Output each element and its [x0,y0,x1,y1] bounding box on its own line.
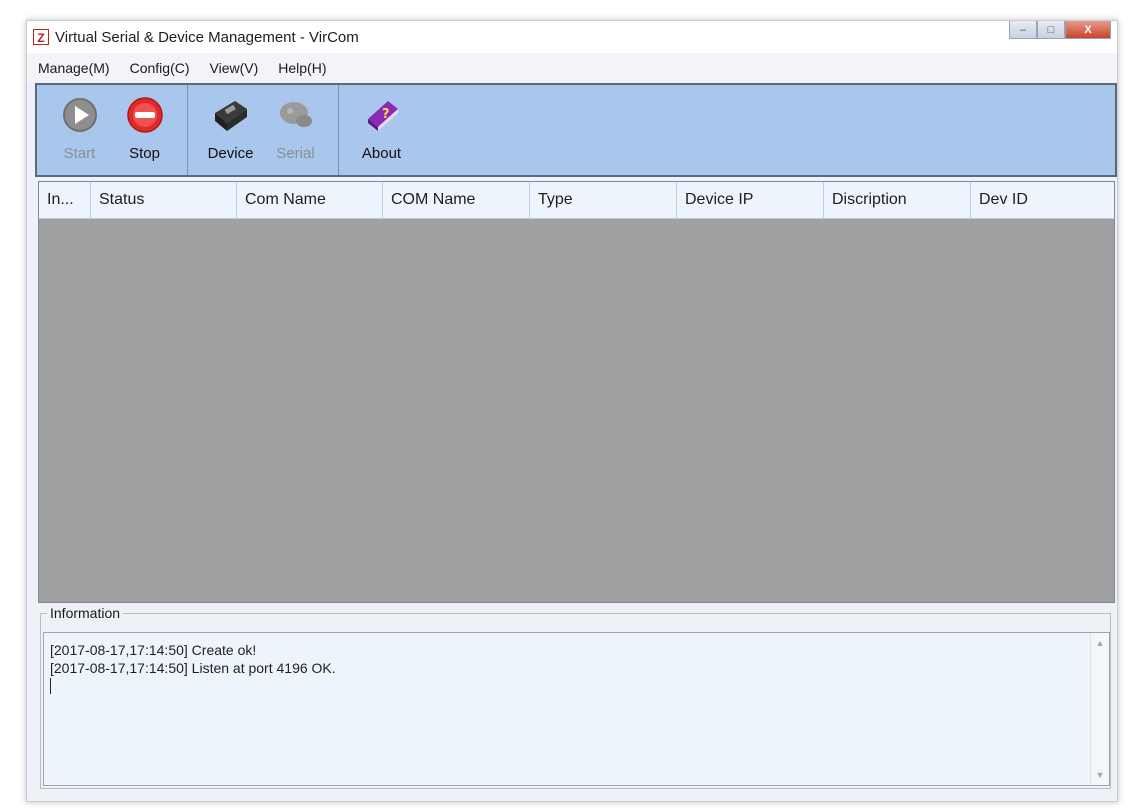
maximize-button[interactable]: □ [1037,21,1065,39]
app-window: Z Virtual Serial & Device Management - V… [26,20,1118,802]
serial-label: Serial [276,145,315,162]
minimize-button[interactable]: – [1009,21,1037,39]
menu-view[interactable]: View(V) [200,60,269,76]
device-icon [214,101,247,131]
about-label: About [361,145,402,162]
title-bar[interactable]: Z Virtual Serial & Device Management - V… [27,21,1117,53]
menu-help[interactable]: Help(H) [268,60,336,76]
menu-bar: Manage(M) Config(C) View(V) Help(H) [27,53,1117,83]
column-header-type[interactable]: Type [530,182,677,218]
information-legend: Information [47,605,124,621]
start-label: Start [63,145,96,162]
device-label: Device [207,145,254,162]
stop-button[interactable]: Stop [112,85,177,175]
stop-icon [126,97,163,133]
column-header-com-name-2[interactable]: COM Name [383,182,530,218]
toolbar-group-help: ? About [339,85,424,175]
about-book-icon: ? [367,101,398,131]
close-button[interactable]: X [1065,21,1111,39]
log-line: [2017-08-17,17:14:50] Listen at port 419… [50,660,336,676]
column-header-device-ip[interactable]: Device IP [677,182,824,218]
text-caret [50,678,51,694]
stop-label: Stop [129,145,160,162]
about-button[interactable]: ? About [349,85,414,175]
scroll-up-icon[interactable]: ▲ [1091,635,1109,651]
menu-manage[interactable]: Manage(M) [27,60,120,76]
log-line: [2017-08-17,17:14:50] Create ok! [50,642,257,658]
column-header-index[interactable]: In... [39,182,91,218]
start-button[interactable]: Start [47,85,112,175]
column-header-dev-id[interactable]: Dev ID [971,182,1114,218]
menu-config[interactable]: Config(C) [120,60,200,76]
serial-icon [279,102,312,127]
device-table[interactable]: In... Status Com Name COM Name Type Devi… [38,181,1115,603]
column-header-description[interactable]: Discription [824,182,971,218]
log-lines: [2017-08-17,17:14:50] Create ok! [2017-0… [50,641,336,694]
information-log[interactable]: [2017-08-17,17:14:50] Create ok! [2017-0… [43,632,1110,786]
device-button[interactable]: Device [198,85,263,175]
table-header: In... Status Com Name COM Name Type Devi… [39,182,1114,219]
scroll-down-icon[interactable]: ▼ [1091,767,1109,783]
window-title: Virtual Serial & Device Management - Vir… [55,28,359,46]
column-header-status[interactable]: Status [91,182,237,218]
play-icon [62,98,97,132]
information-panel: Information [2017-08-17,17:14:50] Create… [40,605,1111,789]
toolbar-group-service: Start Stop [37,85,188,175]
svg-text:?: ? [382,107,390,122]
toolbar-group-devices: Device Serial [188,85,339,175]
serial-button[interactable]: Serial [263,85,328,175]
log-scrollbar[interactable]: ▲ ▼ [1090,633,1109,785]
app-logo-icon: Z [33,29,49,45]
column-header-com-name[interactable]: Com Name [237,182,383,218]
window-controls: – □ X [1009,21,1111,39]
toolbar: Start Stop Device Serial ? About [35,83,1117,177]
